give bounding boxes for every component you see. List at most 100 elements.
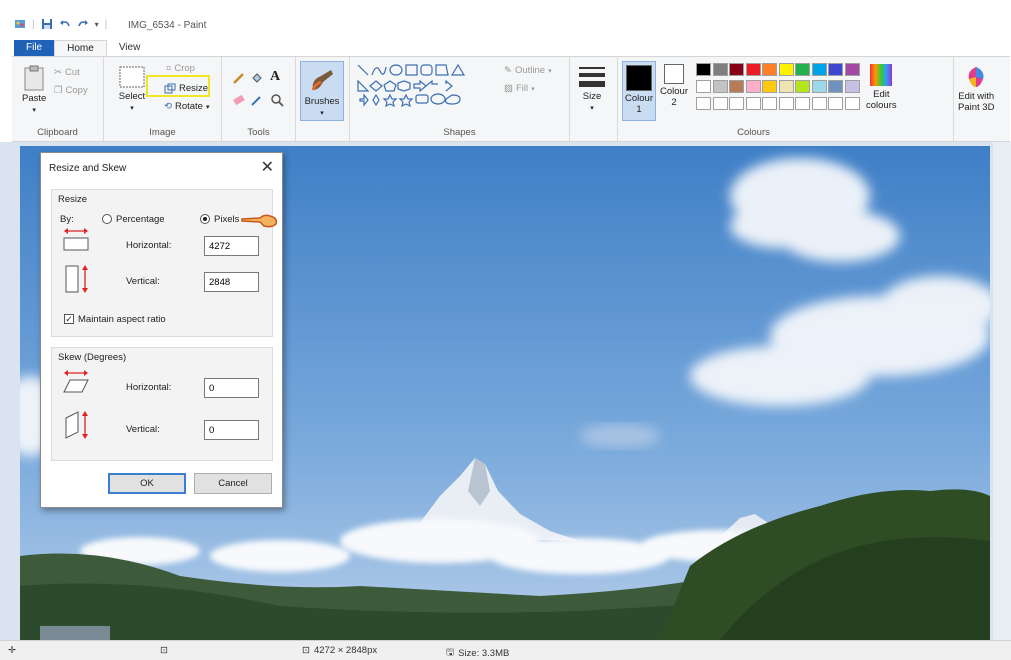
copy-label: Copy	[65, 85, 88, 96]
cut-button[interactable]: ✂ Cut	[54, 67, 80, 78]
colour-swatch[interactable]	[844, 80, 860, 93]
pointing-hand-icon	[241, 214, 278, 228]
colour-swatch[interactable]	[712, 63, 728, 76]
custom-colour-swatch[interactable]	[729, 97, 744, 110]
ok-button[interactable]: OK	[108, 473, 186, 494]
custom-colour-swatch[interactable]	[811, 97, 827, 110]
colour-swatch[interactable]	[778, 63, 794, 76]
disk-icon: 🖫	[446, 647, 455, 658]
crop-button[interactable]: ⌗ Crop	[166, 63, 195, 74]
colour-swatch[interactable]	[696, 80, 711, 93]
pixels-label[interactable]: Pixels	[214, 214, 239, 225]
dimensions-text: 4272 × 2848px	[313, 645, 378, 656]
colour-swatch[interactable]	[729, 63, 744, 76]
custom-colour-swatch[interactable]	[795, 97, 810, 110]
shapes-gallery[interactable]	[356, 63, 484, 113]
colour-swatch[interactable]	[811, 63, 827, 76]
fill-icon: ▨	[504, 83, 513, 94]
colour1-button[interactable]: Colour 1	[622, 61, 656, 121]
image-group: Select ▾ ⌗ Crop Resize ⟲ Rotate ▾ Image	[104, 57, 222, 141]
pencil-icon[interactable]	[232, 71, 246, 85]
colour-swatch[interactable]	[828, 80, 843, 93]
custom-colour-swatch[interactable]	[778, 97, 794, 110]
undo-icon[interactable]	[59, 18, 71, 30]
colour1-label: Colour	[625, 93, 653, 104]
skew-horizontal-input[interactable]	[204, 378, 259, 398]
vertical-skew-icon	[65, 411, 88, 439]
colour1-number: 1	[636, 104, 642, 115]
colour-swatch[interactable]	[778, 80, 794, 93]
horizontal-skew-icon	[63, 370, 89, 393]
brushes-button[interactable]: Brushes ▾	[300, 61, 344, 121]
magnifier-icon[interactable]	[270, 93, 284, 107]
brushes-group: Brushes ▾	[296, 57, 350, 141]
save-icon[interactable]	[41, 18, 53, 30]
close-icon[interactable]: ✕	[261, 157, 274, 177]
size-button[interactable]: Size ▾	[578, 65, 606, 112]
eraser-icon[interactable]	[232, 93, 246, 107]
colour-swatch[interactable]	[811, 80, 827, 93]
paste-icon	[24, 65, 44, 91]
tab-home[interactable]: Home	[54, 40, 107, 56]
colour-swatch[interactable]	[795, 63, 810, 76]
maintain-aspect-label[interactable]: Maintain aspect ratio	[78, 314, 166, 325]
colour-swatch[interactable]	[696, 63, 711, 76]
colour2-label: Colour	[660, 86, 688, 97]
scissors-icon: ✂	[54, 67, 62, 78]
custom-colour-swatch[interactable]	[828, 97, 843, 110]
colour-swatch[interactable]	[745, 80, 761, 93]
tools-group: A Tools	[222, 57, 296, 141]
tab-view[interactable]: View	[107, 40, 153, 56]
size-label: Size	[582, 91, 602, 102]
edit-colours-label2: colours	[866, 100, 897, 111]
custom-colour-swatch[interactable]	[762, 97, 777, 110]
colour-swatch[interactable]	[828, 63, 843, 76]
rotate-button[interactable]: ⟲ Rotate ▾	[164, 101, 209, 112]
text-tool-icon[interactable]: A	[270, 69, 280, 85]
brush-icon	[311, 70, 333, 91]
redo-icon[interactable]	[77, 18, 89, 30]
horizontal-resize-icon	[63, 228, 89, 251]
colour2-button[interactable]: Colour 2	[658, 64, 690, 108]
copy-button[interactable]: ❐ Copy	[54, 85, 88, 96]
colour-swatch[interactable]	[762, 63, 777, 76]
colour-picker-icon[interactable]	[250, 93, 264, 107]
clipboard-group: Paste ▾ ✂ Cut ❐ Copy Clipboard	[12, 57, 104, 141]
title-bar: | ▾ | IMG_6534 - Paint	[0, 0, 1011, 40]
image-label: Image	[149, 127, 176, 138]
percentage-radio[interactable]	[102, 214, 112, 224]
vertical-input[interactable]	[204, 272, 259, 292]
outline-button[interactable]: ✎ Outline ▾	[504, 65, 552, 76]
custom-colour-swatch[interactable]	[844, 97, 860, 110]
skew-vertical-input[interactable]	[204, 420, 259, 440]
select-button[interactable]: Select ▾	[118, 65, 146, 112]
fill-button[interactable]: ▨ Fill ▾	[504, 83, 535, 94]
rotate-label: Rotate	[174, 101, 203, 112]
skew-section-label: Skew (Degrees)	[58, 352, 127, 363]
dialog-title: Resize and Skew	[49, 163, 127, 174]
edit-colours-button[interactable]: Edit colours	[866, 63, 897, 111]
percentage-label[interactable]: Percentage	[116, 214, 165, 225]
colour-swatch[interactable]	[844, 63, 860, 76]
customize-qa-icon[interactable]: ▾	[95, 20, 99, 29]
colour-swatch[interactable]	[762, 80, 777, 93]
paste-button[interactable]: Paste ▾	[22, 65, 46, 114]
maintain-aspect-checkbox[interactable]: ✓	[64, 314, 74, 324]
colours-label: Colours	[737, 127, 770, 138]
custom-colour-swatch[interactable]	[745, 97, 761, 110]
colour-swatch[interactable]	[795, 80, 810, 93]
canvas-right-margin	[993, 142, 1011, 640]
colour-swatch[interactable]	[712, 80, 728, 93]
skew-vertical-label: Vertical:	[126, 424, 160, 435]
tab-file[interactable]: File	[14, 40, 55, 56]
tools-label: Tools	[247, 127, 270, 138]
colour-swatch[interactable]	[729, 80, 744, 93]
horizontal-input[interactable]	[204, 236, 259, 256]
cancel-button[interactable]: Cancel	[194, 473, 272, 494]
custom-colour-swatch[interactable]	[696, 97, 711, 110]
colour-swatch[interactable]	[745, 63, 761, 76]
fill-bucket-icon[interactable]	[250, 71, 264, 85]
edit-with-paint3d-button[interactable]: Edit with Paint 3D	[958, 65, 994, 113]
custom-colour-swatch[interactable]	[712, 97, 728, 110]
pixels-radio[interactable]	[200, 214, 210, 224]
